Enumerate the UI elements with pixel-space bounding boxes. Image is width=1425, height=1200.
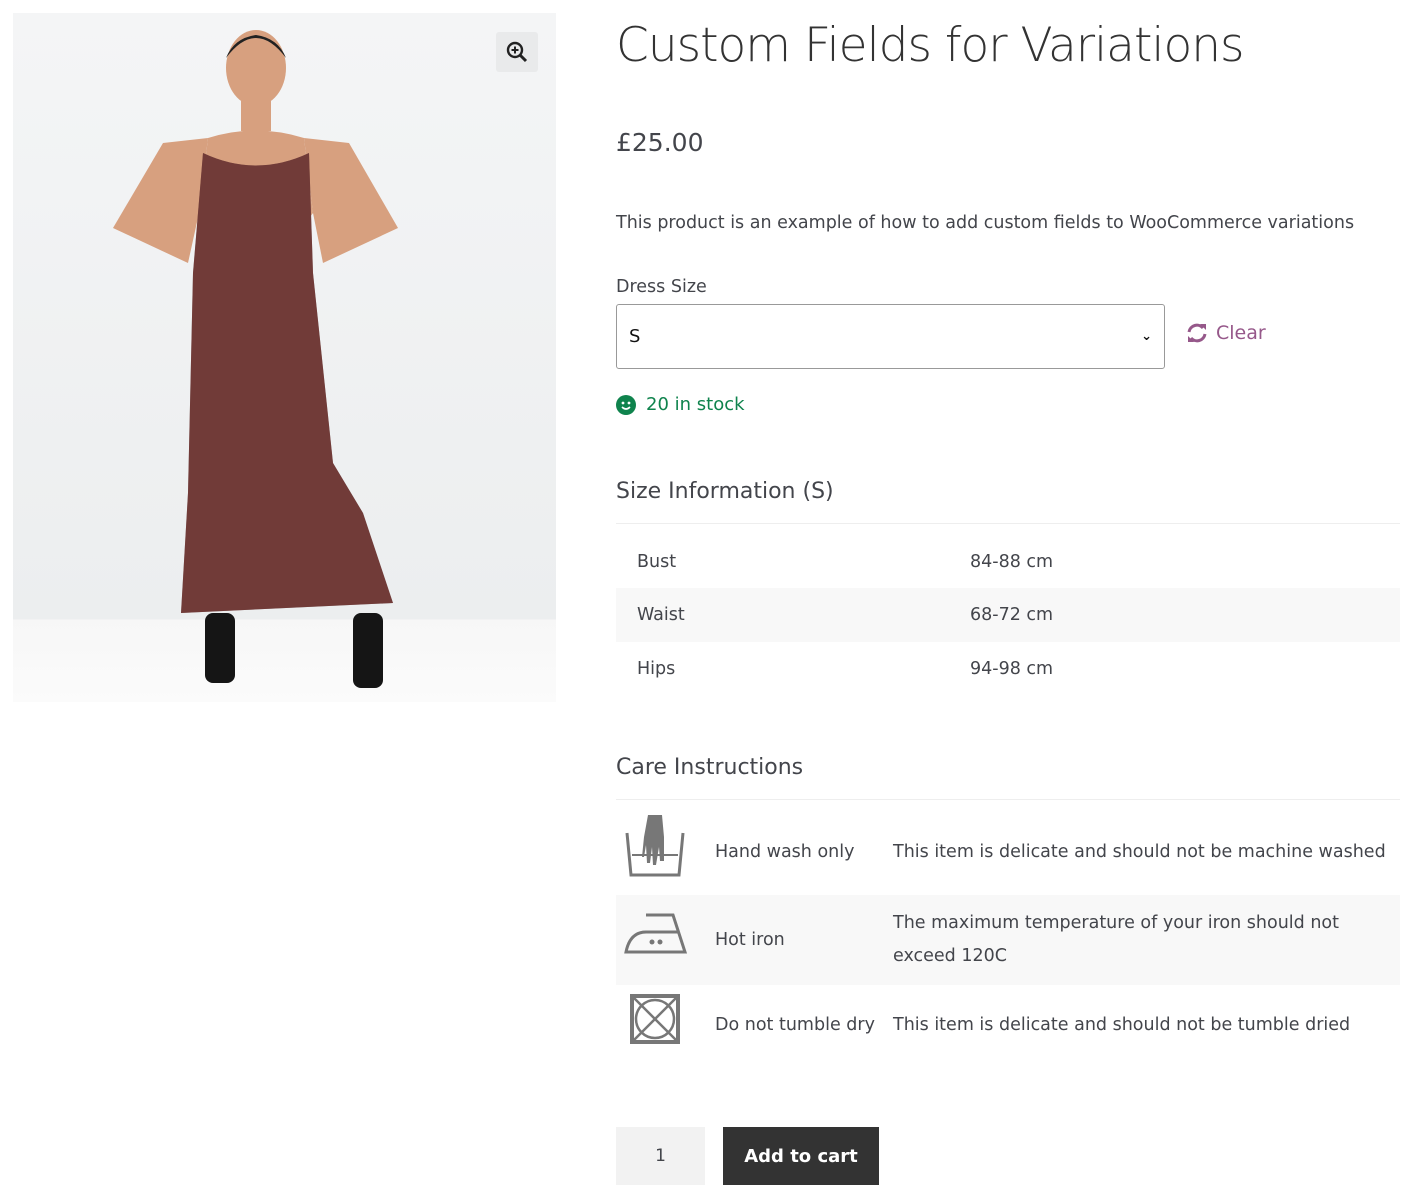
dress-size-select[interactable]: S ⌄	[616, 304, 1165, 369]
stock-text: 20 in stock	[646, 394, 745, 415]
size-name: Bust	[637, 551, 677, 572]
size-row: Waist 68-72 cm	[616, 588, 1400, 642]
size-value: 84-88 cm	[970, 551, 1054, 572]
dress-model-image	[113, 30, 398, 688]
divider	[616, 799, 1400, 800]
care-text: The maximum temperature of your iron sho…	[893, 913, 1339, 966]
care-row: Hot iron The maximum temperature of your…	[616, 895, 1400, 985]
size-value: 94-98 cm	[970, 659, 1054, 679]
size-row: Bust 84-88 cm	[616, 535, 1400, 588]
zoom-image-button[interactable]	[496, 32, 538, 72]
divider	[616, 523, 1400, 524]
care-heading: Care Instructions	[616, 755, 804, 780]
selected-size: S	[629, 326, 641, 347]
iron-icon	[616, 912, 715, 968]
product-price: £25.00	[616, 128, 704, 157]
quantity-input[interactable]: 1	[616, 1127, 705, 1185]
product-image[interactable]	[13, 13, 556, 702]
care-text: This item is delicate and should not be …	[893, 1014, 1351, 1035]
care-text: This item is delicate and should not be …	[893, 842, 1386, 862]
size-name: Hips	[637, 659, 676, 679]
refresh-icon	[1187, 323, 1207, 343]
size-row: Hips 94-98 cm	[616, 642, 1400, 696]
clear-button[interactable]: Clear	[1186, 322, 1266, 344]
size-info-heading: Size Information (S)	[616, 479, 834, 504]
care-name: Hot iron	[715, 929, 785, 950]
size-value: 68-72 cm	[970, 605, 1054, 625]
clear-label: Clear	[1216, 322, 1266, 344]
add-to-cart-button[interactable]: Add to cart	[723, 1127, 879, 1185]
hand-wash-icon	[616, 814, 715, 891]
chevron-down-icon: ⌄	[1141, 329, 1152, 344]
dress-size-label: Dress Size	[616, 277, 707, 297]
smiley-icon	[616, 394, 636, 415]
no-tumble-dry-icon	[616, 994, 715, 1056]
product-title: Custom Fields for Variations	[616, 18, 1244, 73]
product-description: This product is an example of how to add…	[616, 213, 1355, 233]
care-name: Do not tumble dry	[715, 1014, 875, 1035]
size-name: Waist	[637, 605, 685, 625]
care-row: Hand wash only This item is delicate and…	[616, 810, 1400, 895]
stock-status: 20 in stock	[616, 394, 745, 415]
care-name: Hand wash only	[715, 842, 855, 862]
magnifier-plus-icon	[506, 41, 528, 63]
care-row: Do not tumble dry This item is delicate …	[616, 985, 1400, 1065]
